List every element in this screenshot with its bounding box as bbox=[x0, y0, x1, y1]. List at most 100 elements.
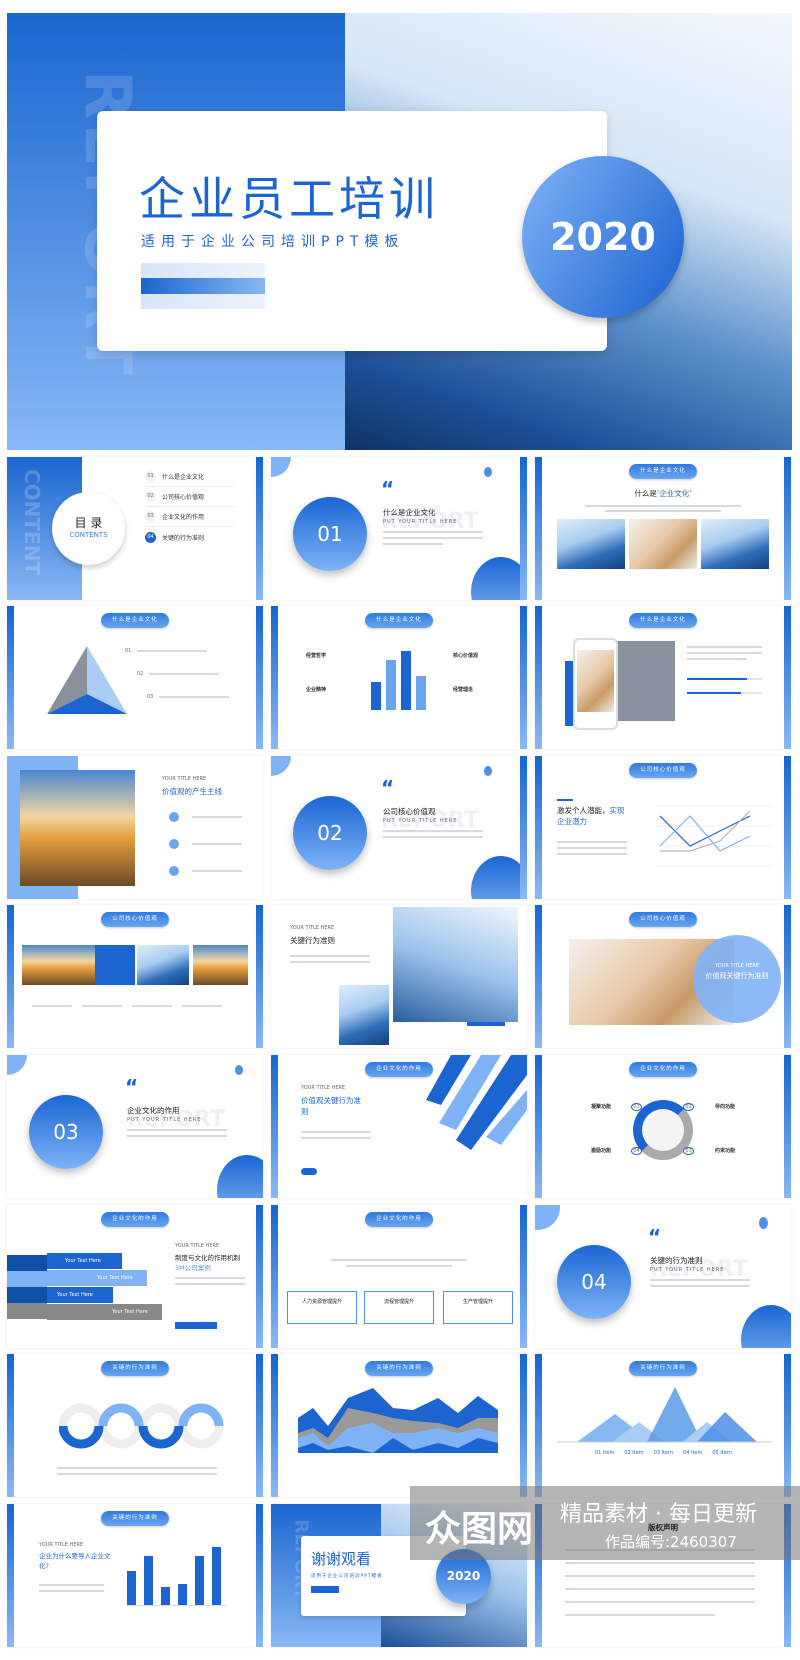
section-pill: 公司核心价值观 bbox=[101, 912, 169, 927]
read-more-button[interactable] bbox=[301, 1168, 317, 1175]
bar bbox=[144, 1556, 153, 1605]
section-number-circle: 04 bbox=[557, 1245, 631, 1319]
slide-mountains[interactable]: 关键的行为准则 01 Item 02 Item 03 Item 04 Item 05 I… bbox=[535, 1354, 791, 1497]
section-pill: 公司核心价值观 bbox=[629, 763, 697, 778]
cover-slide: REPORT 企业员工培训 适用于企业公司培训PPT模板 2020 bbox=[7, 13, 792, 450]
gray-panel bbox=[615, 641, 675, 721]
triangle-diagram bbox=[47, 646, 127, 714]
slide-mechanism[interactable]: 企业文化的作用 Your Text Here Your Text Here Yo… bbox=[7, 1205, 263, 1348]
deco-circle bbox=[271, 457, 291, 477]
contents-circle: 目 录 CONTENTS bbox=[52, 492, 125, 565]
label: 经营理念 bbox=[453, 687, 474, 693]
slide-heading: 价值观关键行为准则 bbox=[301, 1096, 361, 1116]
bar bbox=[371, 682, 381, 710]
slide-triangle[interactable]: 什么是企业文化 01 02 03 bbox=[7, 606, 263, 749]
step-number: 03 bbox=[147, 694, 154, 700]
watermark-code: 作品编号:2460307 bbox=[605, 1533, 737, 1551]
slide-section-02[interactable]: REPORT 02 “ 公司核心价值观 PUT YOUR TITLE HERE bbox=[271, 756, 527, 899]
contents-watermark: CONTENT bbox=[20, 469, 44, 576]
copyright-title: 版权声明 bbox=[648, 1523, 678, 1532]
label: 企业精神 bbox=[306, 687, 327, 693]
thanks-button[interactable] bbox=[311, 1586, 339, 1593]
contents-item[interactable]: 03 企业文化的作用 bbox=[145, 507, 235, 527]
phone-mockup bbox=[573, 638, 618, 730]
label: 经营哲学 bbox=[306, 653, 327, 659]
slide-three-boxes[interactable]: 企业文化的作用 人力资源管理提升 流程管理提升 生产管理提升 bbox=[271, 1205, 527, 1348]
section-pill: 什么是企业文化 bbox=[365, 613, 433, 628]
slide-functions[interactable]: 企业文化的作用 凝聚功能 导向功能 激励功能 约束功能 01 02 04 03 bbox=[535, 1055, 791, 1198]
section-pill: 关键的行为准则 bbox=[101, 1361, 169, 1376]
kicker: YOUR TITLE HERE bbox=[301, 1085, 346, 1091]
slide-why-culture[interactable]: 关键的行为准则 YOUR TITLE HERE 企业为什么要导入企业文化? bbox=[7, 1504, 263, 1647]
city-photo bbox=[20, 770, 135, 886]
photo-building bbox=[701, 519, 769, 569]
slide-bar-values[interactable]: 什么是企业文化 经营哲学 企业精神 核心价值观 经营理念 bbox=[271, 606, 527, 749]
year-text: 2020 bbox=[550, 215, 656, 259]
contents-title: 目 录 bbox=[74, 516, 103, 530]
kicker: YOUR TITLE HERE bbox=[39, 1542, 84, 1548]
section-pill: 关键的行为准则 bbox=[629, 1361, 697, 1376]
kicker: YOUR TITLE HERE bbox=[290, 925, 335, 931]
mountain-chart bbox=[557, 1387, 772, 1443]
slide-hands-circle[interactable]: 公司核心价值观 YOUR TITLE HERE 价值观关键行为准则 bbox=[535, 905, 791, 1048]
bar bbox=[401, 651, 411, 710]
slide-what-is-culture[interactable]: 什么是企业文化 什么是‘企业文化’ bbox=[535, 457, 791, 600]
section-number-circle: 03 bbox=[29, 1095, 103, 1169]
slide-heading: 什么是‘企业文化’ bbox=[634, 489, 692, 498]
explore-button[interactable] bbox=[175, 1322, 217, 1329]
slide-section-04[interactable]: REPORT 04 “ 关键的行为准则 PUT YOUR TITLE HERE bbox=[535, 1205, 791, 1348]
mini-bar-chart bbox=[371, 648, 427, 710]
section-title: 公司核心价值观 bbox=[383, 807, 436, 816]
section-pill: 关键的行为准则 bbox=[365, 1361, 433, 1376]
slide-phone[interactable]: 什么是企业文化 bbox=[535, 606, 791, 749]
deco-circle bbox=[471, 557, 527, 600]
contents-item[interactable]: 04 关键的行为准则 bbox=[145, 527, 235, 547]
bar bbox=[386, 660, 396, 710]
step-number: 02 bbox=[137, 671, 144, 677]
slide-value-mainline[interactable]: YOUR TITLE HERE 价值观的产生主线 bbox=[7, 756, 263, 899]
section-pill: 关键的行为准则 bbox=[101, 1511, 169, 1526]
photo-building bbox=[557, 519, 625, 569]
contents-item[interactable]: 02 公司核心价值观 bbox=[145, 487, 235, 507]
bar bbox=[195, 1556, 204, 1605]
slide-heading: 关键行为准则 bbox=[290, 936, 335, 945]
section-subtitle: PUT YOUR TITLE HERE bbox=[383, 519, 458, 525]
year-badge: 2020 bbox=[522, 156, 684, 318]
slide-line-chart[interactable]: 公司核心价值观 激发个人潜能，实现 企业潜力 bbox=[535, 756, 791, 899]
area-chart bbox=[298, 1388, 498, 1453]
bar bbox=[161, 1586, 170, 1605]
slide-area-chart[interactable]: 关键的行为准则 bbox=[271, 1354, 527, 1497]
mini-bar-chart bbox=[127, 1544, 227, 1606]
section-pill: 企业文化的作用 bbox=[365, 1212, 433, 1227]
slide-heading: 制度与文化的作用机制 bbox=[175, 1254, 240, 1262]
slide-subheading: 3M公司案例 bbox=[175, 1264, 211, 1272]
slide-section-03[interactable]: REPORT 03 “ 企业文化的作用 PUT YOUR TITLE HERE bbox=[7, 1055, 263, 1198]
slide-heading: 企业为什么要导入企业文化? bbox=[39, 1552, 111, 1570]
slide-section-01[interactable]: REPORT 01 “ 什么是企业文化 PUT YOUR TITLE HERE bbox=[271, 457, 527, 600]
slide-photo-strip[interactable]: 公司核心价值观 bbox=[7, 905, 263, 1048]
slide-contents[interactable]: CONTENT 目 录 CONTENTS 01 什么是企业文化 02 公司核心价值观… bbox=[7, 457, 263, 600]
cover-title: 企业员工培训 bbox=[139, 172, 439, 226]
wave-process bbox=[59, 1403, 224, 1449]
thanks-subtitle: 适用于企业公司培训PPT模板 bbox=[311, 1574, 383, 1579]
slide-key-rules[interactable]: YOUR TITLE HERE 关键行为准则 bbox=[271, 905, 527, 1048]
contents-list: 01 什么是企业文化 02 公司核心价值观 03 企业文化的作用 04 关键的行为准则 bbox=[145, 467, 235, 547]
section-subtitle: PUT YOUR TITLE HERE bbox=[650, 1267, 725, 1273]
section-pill: 企业文化的作用 bbox=[101, 1212, 169, 1227]
slide-wave-steps[interactable]: 关键的行为准则 bbox=[7, 1354, 263, 1497]
label: 核心价值观 bbox=[453, 653, 479, 659]
section-subtitle: PUT YOUR TITLE HERE bbox=[127, 1117, 202, 1123]
quote-icon: “ bbox=[125, 1075, 139, 1099]
edge-bar bbox=[520, 457, 527, 600]
slide-arrows[interactable]: 企业文化的作用 YOUR TITLE HERE 价值观关键行为准则 bbox=[271, 1055, 527, 1198]
watermark-logo: 众图网 bbox=[425, 1509, 534, 1550]
contents-item[interactable]: 01 什么是企业文化 bbox=[145, 467, 235, 487]
quote-icon: “ bbox=[381, 477, 395, 501]
title-circle: YOUR TITLE HERE 价值观关键行为准则 bbox=[693, 935, 781, 1023]
label: 导向功能 bbox=[715, 1104, 736, 1110]
bar bbox=[178, 1583, 187, 1605]
contents-subtitle: CONTENTS bbox=[69, 531, 108, 539]
deco-dot bbox=[484, 467, 492, 477]
section-number-circle: 02 bbox=[293, 796, 367, 870]
section-pill: 什么是企业文化 bbox=[629, 464, 697, 479]
